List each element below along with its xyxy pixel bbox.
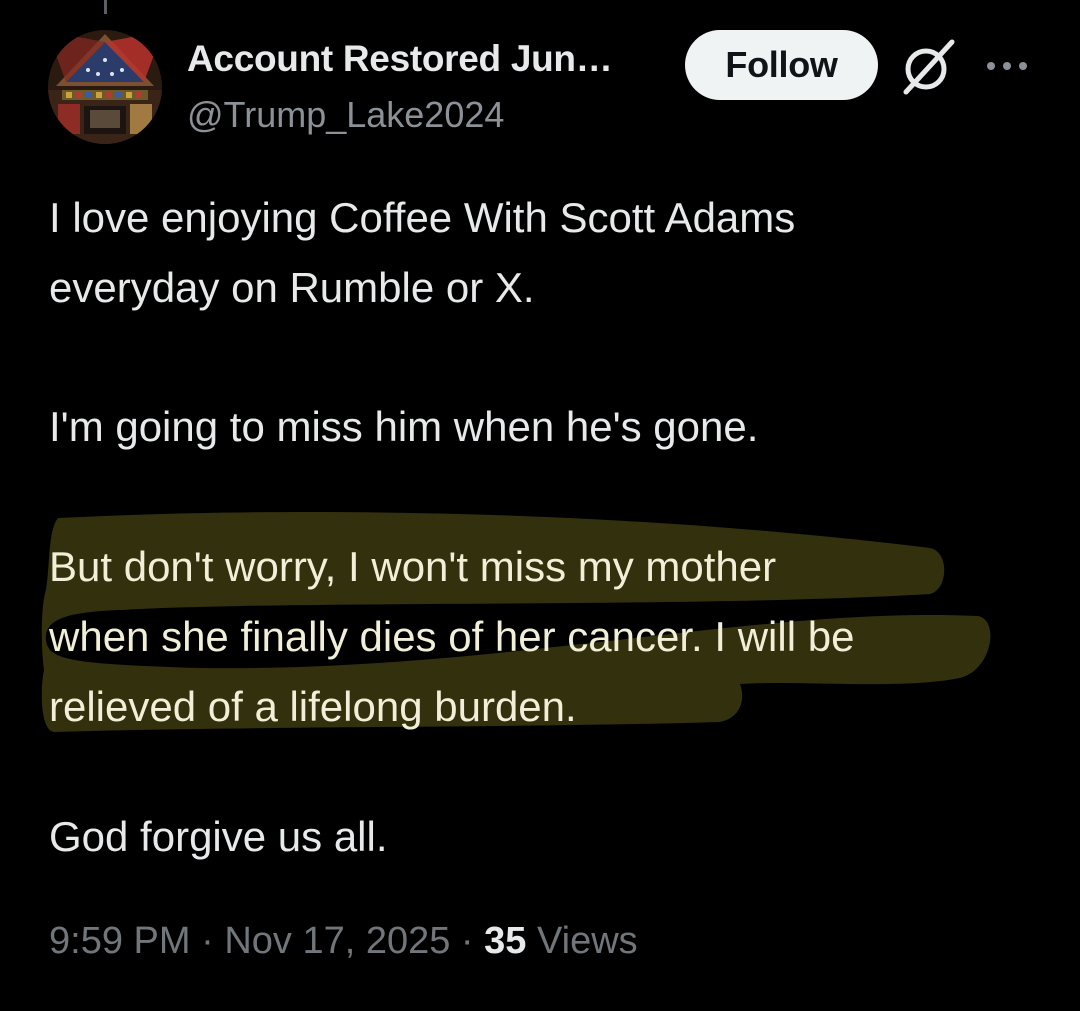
tweet-meta: 9:59 PM · Nov 17, 2025 · 35 Views xyxy=(49,920,638,963)
tweet-paragraph: I'm going to miss him when he's gone. xyxy=(49,403,759,450)
avatar[interactable] xyxy=(48,30,162,144)
grok-icon[interactable] xyxy=(898,36,960,98)
tweet-time[interactable]: 9:59 PM xyxy=(49,920,191,962)
thread-connector-line xyxy=(104,0,107,14)
tweet-date[interactable]: Nov 17, 2025 xyxy=(224,920,450,962)
views-count[interactable]: 35 xyxy=(484,920,526,962)
author-handle[interactable]: @Trump_Lake2024 xyxy=(187,94,504,136)
flag-case-avatar-icon xyxy=(48,30,162,144)
meta-separator: · xyxy=(450,920,485,962)
author-display-name[interactable]: Account Restored Jun… xyxy=(187,38,613,80)
tweet-paragraph: I love enjoying Coffee With Scott Adams … xyxy=(49,194,796,311)
meta-separator: · xyxy=(190,920,225,962)
tweet-paragraph-highlighted: But don't worry, I won't miss my mother … xyxy=(49,543,855,730)
follow-button[interactable]: Follow xyxy=(685,30,878,100)
tweet-paragraph: God forgive us all. xyxy=(49,813,388,860)
more-options-icon[interactable] xyxy=(983,54,1031,78)
views-label[interactable]: Views xyxy=(526,920,638,962)
